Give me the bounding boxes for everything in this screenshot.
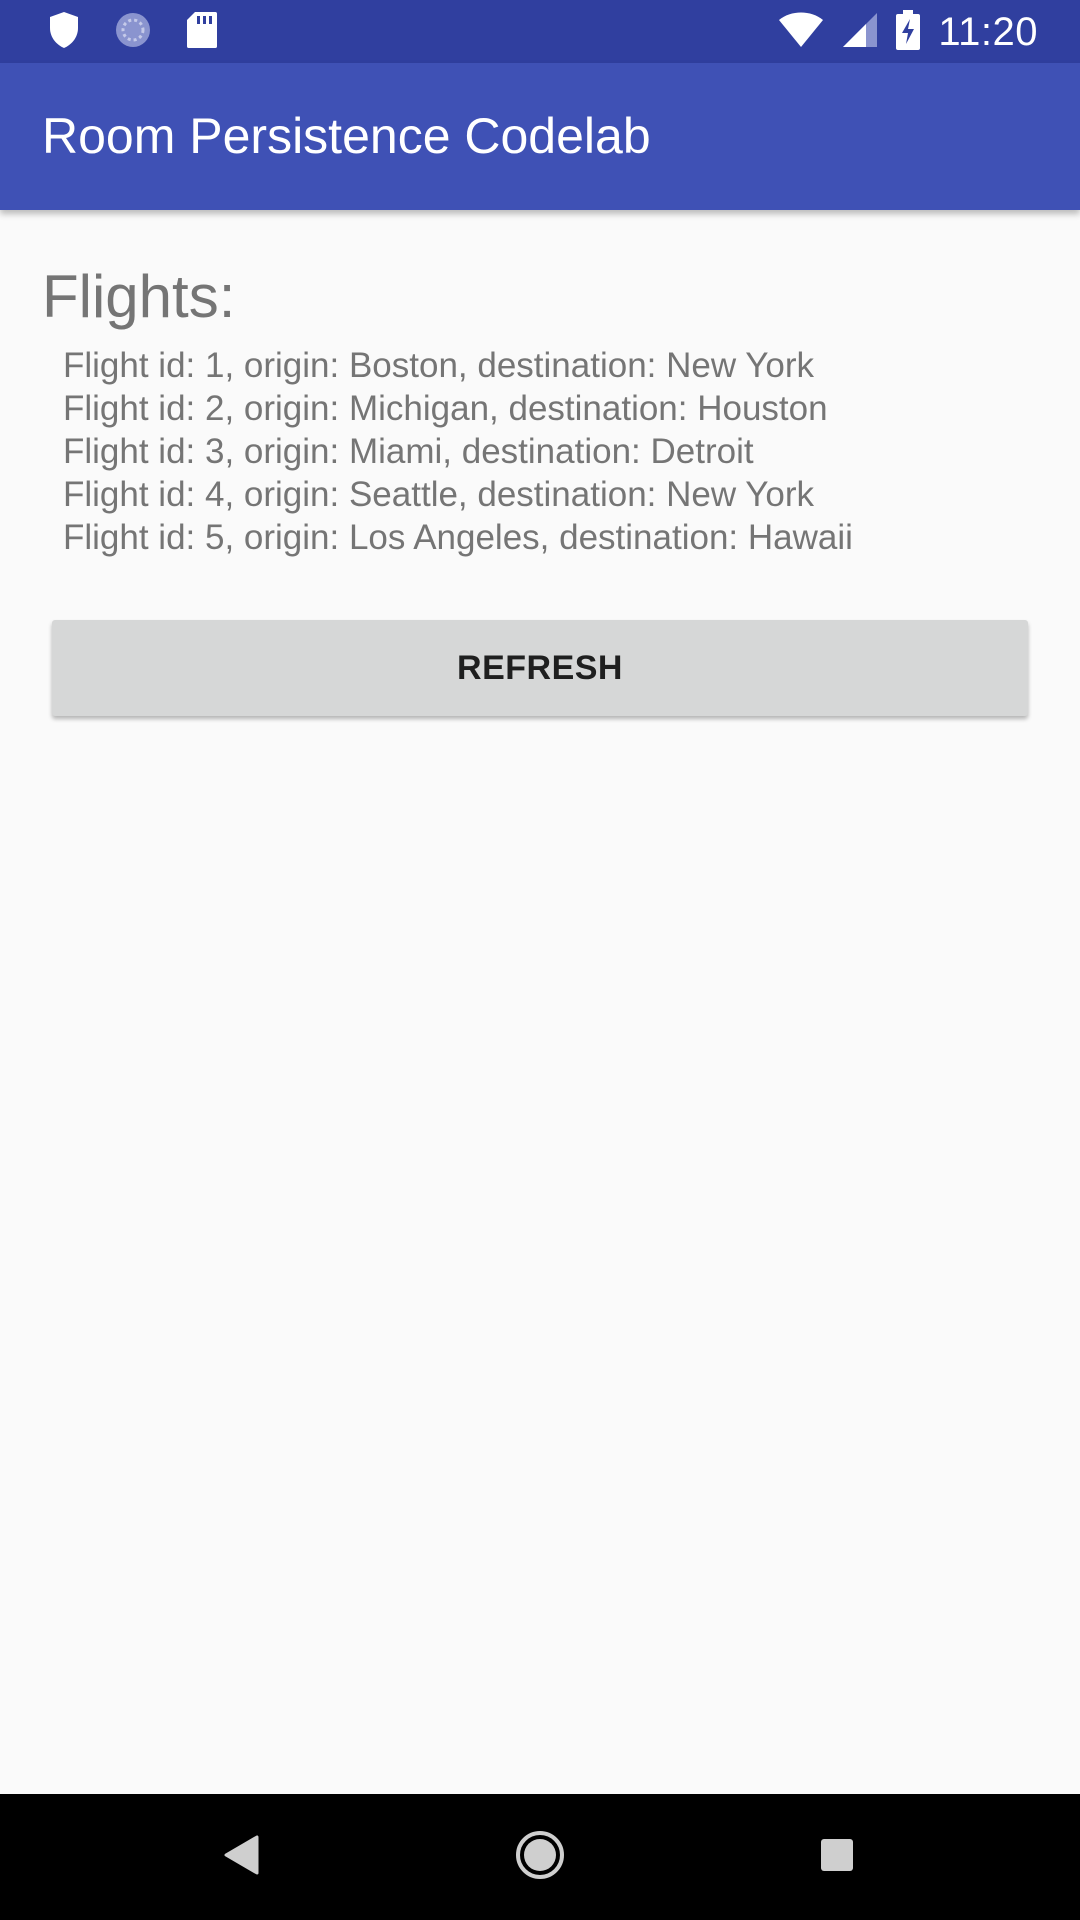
refresh-button[interactable]: REFRESH: [52, 620, 1028, 716]
battery-charging-icon: [896, 9, 921, 55]
navigation-bar: [0, 1794, 1080, 1920]
home-button[interactable]: [507, 1824, 573, 1890]
status-icons-left: [48, 11, 218, 54]
list-item: Flight id: 4, origin: Seattle, destinati…: [63, 475, 814, 514]
shield-icon: [48, 11, 80, 54]
sync-icon: [114, 11, 152, 54]
signal-icon: [842, 12, 878, 53]
status-time: 11:20: [938, 9, 1038, 54]
wifi-icon: [778, 12, 824, 53]
recents-icon: [820, 1838, 854, 1877]
status-bar: 11:20: [0, 0, 1080, 63]
flights-heading: Flights:: [42, 263, 236, 330]
app-title: Room Persistence Codelab: [42, 108, 651, 164]
screen: 11:20 Room Persistence Codelab Flights: …: [0, 0, 1080, 1920]
list-item: Flight id: 1, origin: Boston, destinatio…: [63, 346, 814, 385]
app-bar: Room Persistence Codelab: [0, 63, 1080, 210]
list-item: Flight id: 2, origin: Michigan, destinat…: [63, 389, 828, 428]
list-item: Flight id: 3, origin: Miami, destination…: [63, 432, 754, 471]
home-icon: [515, 1830, 565, 1885]
flight-list: Flight id: 1, origin: Boston, destinatio…: [63, 344, 853, 559]
sd-card-icon: [186, 11, 218, 54]
back-icon: [223, 1835, 259, 1880]
list-item: Flight id: 5, origin: Los Angeles, desti…: [63, 518, 853, 557]
status-icons-right: 11:20: [778, 8, 1038, 56]
recents-button[interactable]: [804, 1824, 870, 1890]
back-button[interactable]: [208, 1824, 274, 1890]
